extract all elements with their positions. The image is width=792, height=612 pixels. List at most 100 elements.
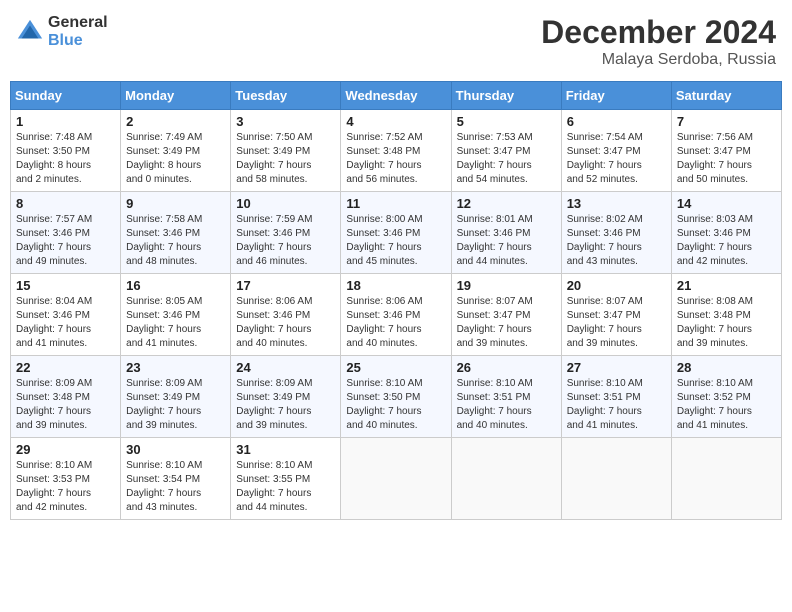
calendar-cell: 23 Sunrise: 8:09 AM Sunset: 3:49 PM Dayli… [121, 356, 231, 438]
calendar-cell: 25Sunrise: 8:10 AM Sunset: 3:50 PM Dayli… [341, 356, 451, 438]
day-info: Sunrise: 8:07 AM Sunset: 3:47 PM Dayligh… [567, 295, 666, 351]
day-number: 18 [346, 278, 445, 293]
logo-icon [16, 18, 44, 46]
calendar-week-2: 8 Sunrise: 7:57 AM Sunset: 3:46 PM Daylig… [11, 192, 782, 274]
calendar-cell: 28 Sunrise: 8:10 AM Sunset: 3:52 PM Dayli… [671, 356, 781, 438]
month-title: December 2024 [541, 14, 776, 51]
day-number: 22 [16, 360, 115, 375]
calendar-cell: 30Sunrise: 8:10 AM Sunset: 3:54 PM Dayli… [121, 438, 231, 520]
day-number: 15 [16, 278, 115, 293]
calendar-cell [561, 438, 671, 520]
day-info: Sunrise: 8:00 AM Sunset: 3:46 PM Dayligh… [346, 213, 445, 269]
day-info: Sunrise: 7:50 AM Sunset: 3:49 PM Dayligh… [236, 131, 335, 187]
day-number: 30 [126, 442, 225, 457]
calendar-cell: 8 Sunrise: 7:57 AM Sunset: 3:46 PM Daylig… [11, 192, 121, 274]
day-info: Sunrise: 7:56 AM Sunset: 3:47 PM Dayligh… [677, 131, 776, 187]
calendar-cell: 9 Sunrise: 7:58 AM Sunset: 3:46 PM Daylig… [121, 192, 231, 274]
calendar-cell: 5 Sunrise: 7:53 AM Sunset: 3:47 PM Daylig… [451, 110, 561, 192]
calendar-cell: 29 Sunrise: 8:10 AM Sunset: 3:53 PM Dayli… [11, 438, 121, 520]
calendar-cell: 11 Sunrise: 8:00 AM Sunset: 3:46 PM Dayli… [341, 192, 451, 274]
day-info: Sunrise: 8:02 AM Sunset: 3:46 PM Dayligh… [567, 213, 666, 269]
day-info: Sunrise: 8:10 AM Sunset: 3:52 PM Dayligh… [677, 377, 776, 433]
day-number: 5 [457, 114, 556, 129]
day-info: Sunrise: 7:52 AM Sunset: 3:48 PM Dayligh… [346, 131, 445, 187]
title-area: December 2024 Malaya Serdoba, Russia [541, 14, 776, 69]
calendar-cell [451, 438, 561, 520]
day-number: 1 [16, 114, 115, 129]
calendar-cell: 16Sunrise: 8:05 AM Sunset: 3:46 PM Dayli… [121, 274, 231, 356]
day-number: 21 [677, 278, 776, 293]
calendar-cell: 22 Sunrise: 8:09 AM Sunset: 3:48 PM Dayli… [11, 356, 121, 438]
calendar-cell: 13 Sunrise: 8:02 AM Sunset: 3:46 PM Dayli… [561, 192, 671, 274]
calendar-cell: 4 Sunrise: 7:52 AM Sunset: 3:48 PM Daylig… [341, 110, 451, 192]
logo: General Blue [16, 14, 108, 49]
day-info: Sunrise: 8:03 AM Sunset: 3:46 PM Dayligh… [677, 213, 776, 269]
calendar-cell: 2Sunrise: 7:49 AM Sunset: 3:49 PM Daylig… [121, 110, 231, 192]
day-number: 24 [236, 360, 335, 375]
day-number: 28 [677, 360, 776, 375]
day-number: 17 [236, 278, 335, 293]
calendar-header-wednesday: Wednesday [341, 82, 451, 110]
calendar-cell: 17 Sunrise: 8:06 AM Sunset: 3:46 PM Dayli… [231, 274, 341, 356]
logo-blue-text: Blue [48, 32, 108, 50]
day-number: 9 [126, 196, 225, 211]
day-info: Sunrise: 8:10 AM Sunset: 3:55 PM Dayligh… [236, 459, 335, 515]
calendar-cell: 6Sunrise: 7:54 AM Sunset: 3:47 PM Daylig… [561, 110, 671, 192]
calendar-week-1: 1 Sunrise: 7:48 AM Sunset: 3:50 PM Daylig… [11, 110, 782, 192]
day-info: Sunrise: 8:10 AM Sunset: 3:53 PM Dayligh… [16, 459, 115, 515]
logo-text: General Blue [48, 14, 108, 49]
day-number: 20 [567, 278, 666, 293]
day-number: 31 [236, 442, 335, 457]
day-info: Sunrise: 8:06 AM Sunset: 3:46 PM Dayligh… [236, 295, 335, 351]
day-number: 11 [346, 196, 445, 211]
day-info: Sunrise: 7:58 AM Sunset: 3:46 PM Dayligh… [126, 213, 225, 269]
calendar-header-monday: Monday [121, 82, 231, 110]
day-info: Sunrise: 8:10 AM Sunset: 3:51 PM Dayligh… [457, 377, 556, 433]
calendar-cell: 26 Sunrise: 8:10 AM Sunset: 3:51 PM Dayli… [451, 356, 561, 438]
day-info: Sunrise: 7:53 AM Sunset: 3:47 PM Dayligh… [457, 131, 556, 187]
calendar-cell: 12 Sunrise: 8:01 AM Sunset: 3:46 PM Dayli… [451, 192, 561, 274]
calendar-header-saturday: Saturday [671, 82, 781, 110]
day-info: Sunrise: 8:09 AM Sunset: 3:48 PM Dayligh… [16, 377, 115, 433]
page-header: General Blue December 2024 Malaya Serdob… [10, 10, 782, 73]
day-number: 14 [677, 196, 776, 211]
logo-general-text: General [48, 14, 108, 32]
calendar-cell [671, 438, 781, 520]
day-info: Sunrise: 8:05 AM Sunset: 3:46 PM Dayligh… [126, 295, 225, 351]
calendar-header-sunday: Sunday [11, 82, 121, 110]
calendar-cell: 19 Sunrise: 8:07 AM Sunset: 3:47 PM Dayli… [451, 274, 561, 356]
calendar-header-thursday: Thursday [451, 82, 561, 110]
calendar-header-friday: Friday [561, 82, 671, 110]
calendar-cell: 18Sunrise: 8:06 AM Sunset: 3:46 PM Dayli… [341, 274, 451, 356]
day-number: 8 [16, 196, 115, 211]
calendar-cell: 3Sunrise: 7:50 AM Sunset: 3:49 PM Daylig… [231, 110, 341, 192]
location-title: Malaya Serdoba, Russia [541, 51, 776, 69]
day-info: Sunrise: 8:07 AM Sunset: 3:47 PM Dayligh… [457, 295, 556, 351]
day-info: Sunrise: 8:09 AM Sunset: 3:49 PM Dayligh… [236, 377, 335, 433]
calendar-week-3: 15Sunrise: 8:04 AM Sunset: 3:46 PM Dayli… [11, 274, 782, 356]
day-number: 12 [457, 196, 556, 211]
calendar-cell: 24 Sunrise: 8:09 AM Sunset: 3:49 PM Dayli… [231, 356, 341, 438]
day-number: 23 [126, 360, 225, 375]
calendar-cell: 27Sunrise: 8:10 AM Sunset: 3:51 PM Dayli… [561, 356, 671, 438]
day-number: 26 [457, 360, 556, 375]
day-info: Sunrise: 8:10 AM Sunset: 3:51 PM Dayligh… [567, 377, 666, 433]
day-info: Sunrise: 7:48 AM Sunset: 3:50 PM Dayligh… [16, 131, 115, 187]
calendar-header-row: SundayMondayTuesdayWednesdayThursdayFrid… [11, 82, 782, 110]
day-info: Sunrise: 8:01 AM Sunset: 3:46 PM Dayligh… [457, 213, 556, 269]
day-info: Sunrise: 7:57 AM Sunset: 3:46 PM Dayligh… [16, 213, 115, 269]
day-number: 7 [677, 114, 776, 129]
day-number: 29 [16, 442, 115, 457]
day-number: 25 [346, 360, 445, 375]
day-number: 13 [567, 196, 666, 211]
calendar-cell: 1 Sunrise: 7:48 AM Sunset: 3:50 PM Daylig… [11, 110, 121, 192]
day-info: Sunrise: 8:09 AM Sunset: 3:49 PM Dayligh… [126, 377, 225, 433]
day-number: 4 [346, 114, 445, 129]
day-number: 10 [236, 196, 335, 211]
calendar-cell: 14 Sunrise: 8:03 AM Sunset: 3:46 PM Dayli… [671, 192, 781, 274]
calendar-cell: 21Sunrise: 8:08 AM Sunset: 3:48 PM Dayli… [671, 274, 781, 356]
calendar-table: SundayMondayTuesdayWednesdayThursdayFrid… [10, 81, 782, 520]
calendar-cell: 31 Sunrise: 8:10 AM Sunset: 3:55 PM Dayli… [231, 438, 341, 520]
day-number: 19 [457, 278, 556, 293]
day-number: 2 [126, 114, 225, 129]
